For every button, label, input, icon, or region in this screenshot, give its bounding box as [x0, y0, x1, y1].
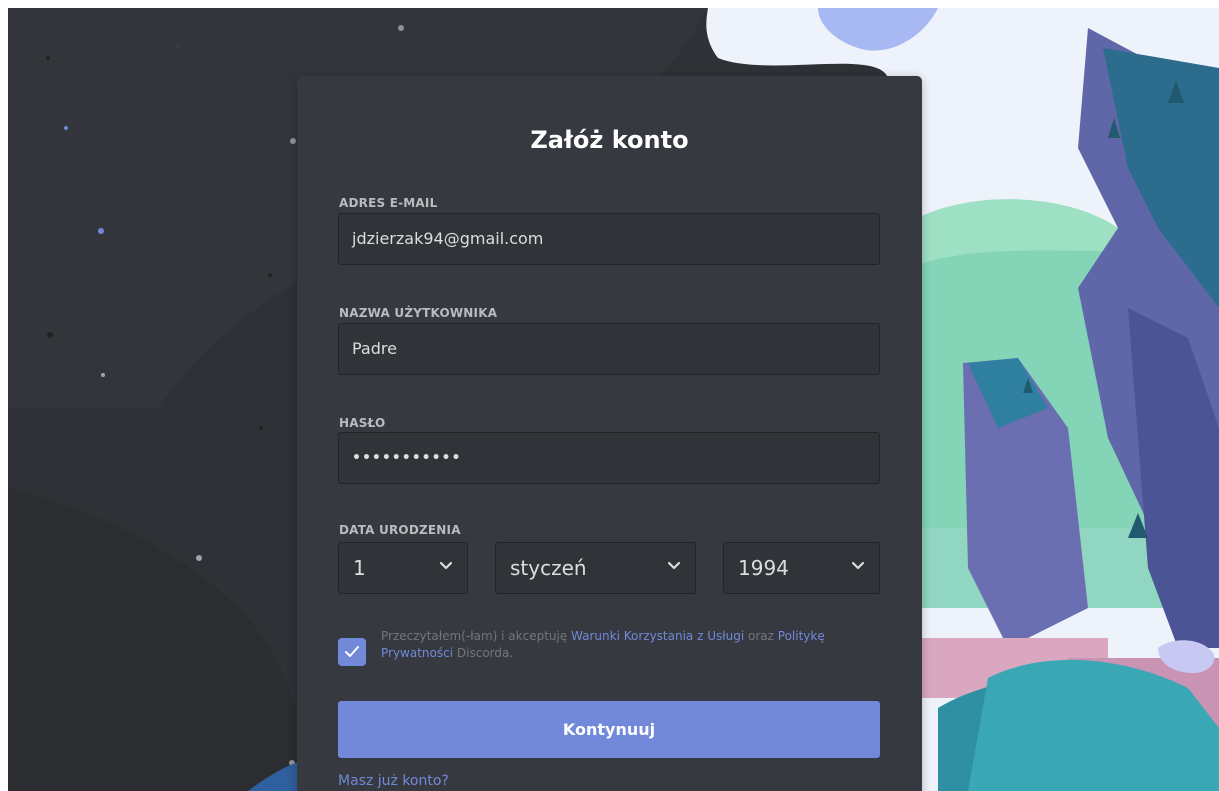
email-field[interactable]: jdzierzak94@gmail.com [338, 213, 880, 265]
terms-checkbox[interactable] [338, 638, 366, 666]
chevron-down-icon [851, 561, 865, 570]
birth-month-value: styczeń [510, 556, 587, 580]
terms-text-after: Discorda. [453, 646, 514, 660]
birth-day-value: 1 [353, 556, 366, 580]
login-link[interactable]: Masz już konto? [338, 773, 449, 789]
birth-year-select[interactable]: 1994 [723, 542, 880, 594]
birth-year-value: 1994 [738, 556, 789, 580]
chevron-down-icon [667, 561, 681, 570]
continue-button[interactable]: Kontynuuj [338, 701, 880, 758]
email-label: ADRES E-MAIL [339, 196, 438, 210]
username-label: NAZWA UŻYTKOWNIKA [339, 306, 498, 320]
checkmark-icon [345, 646, 359, 657]
terms-of-service-link[interactable]: Warunki Korzystania z Usługi [571, 629, 744, 643]
password-field[interactable]: ••••••••••• [338, 432, 880, 484]
username-field[interactable]: Padre [338, 323, 880, 375]
terms-text: Przeczytałem(-łam) i akceptuję Warunki K… [381, 628, 886, 662]
birth-month-select[interactable]: styczeń [495, 542, 696, 594]
password-label: HASŁO [339, 416, 386, 430]
register-card: Załóż konto ADRES E-MAIL jdzierzak94@gma… [297, 76, 922, 791]
page-title: Załóż konto [530, 126, 689, 154]
birth-day-select[interactable]: 1 [338, 542, 468, 594]
terms-text-middle: oraz [744, 629, 778, 643]
chevron-down-icon [439, 561, 453, 570]
page-stage: Załóż konto ADRES E-MAIL jdzierzak94@gma… [8, 8, 1219, 791]
birthdate-label: DATA URODZENIA [339, 523, 461, 537]
terms-text-before: Przeczytałem(-łam) i akceptuję [381, 629, 572, 643]
